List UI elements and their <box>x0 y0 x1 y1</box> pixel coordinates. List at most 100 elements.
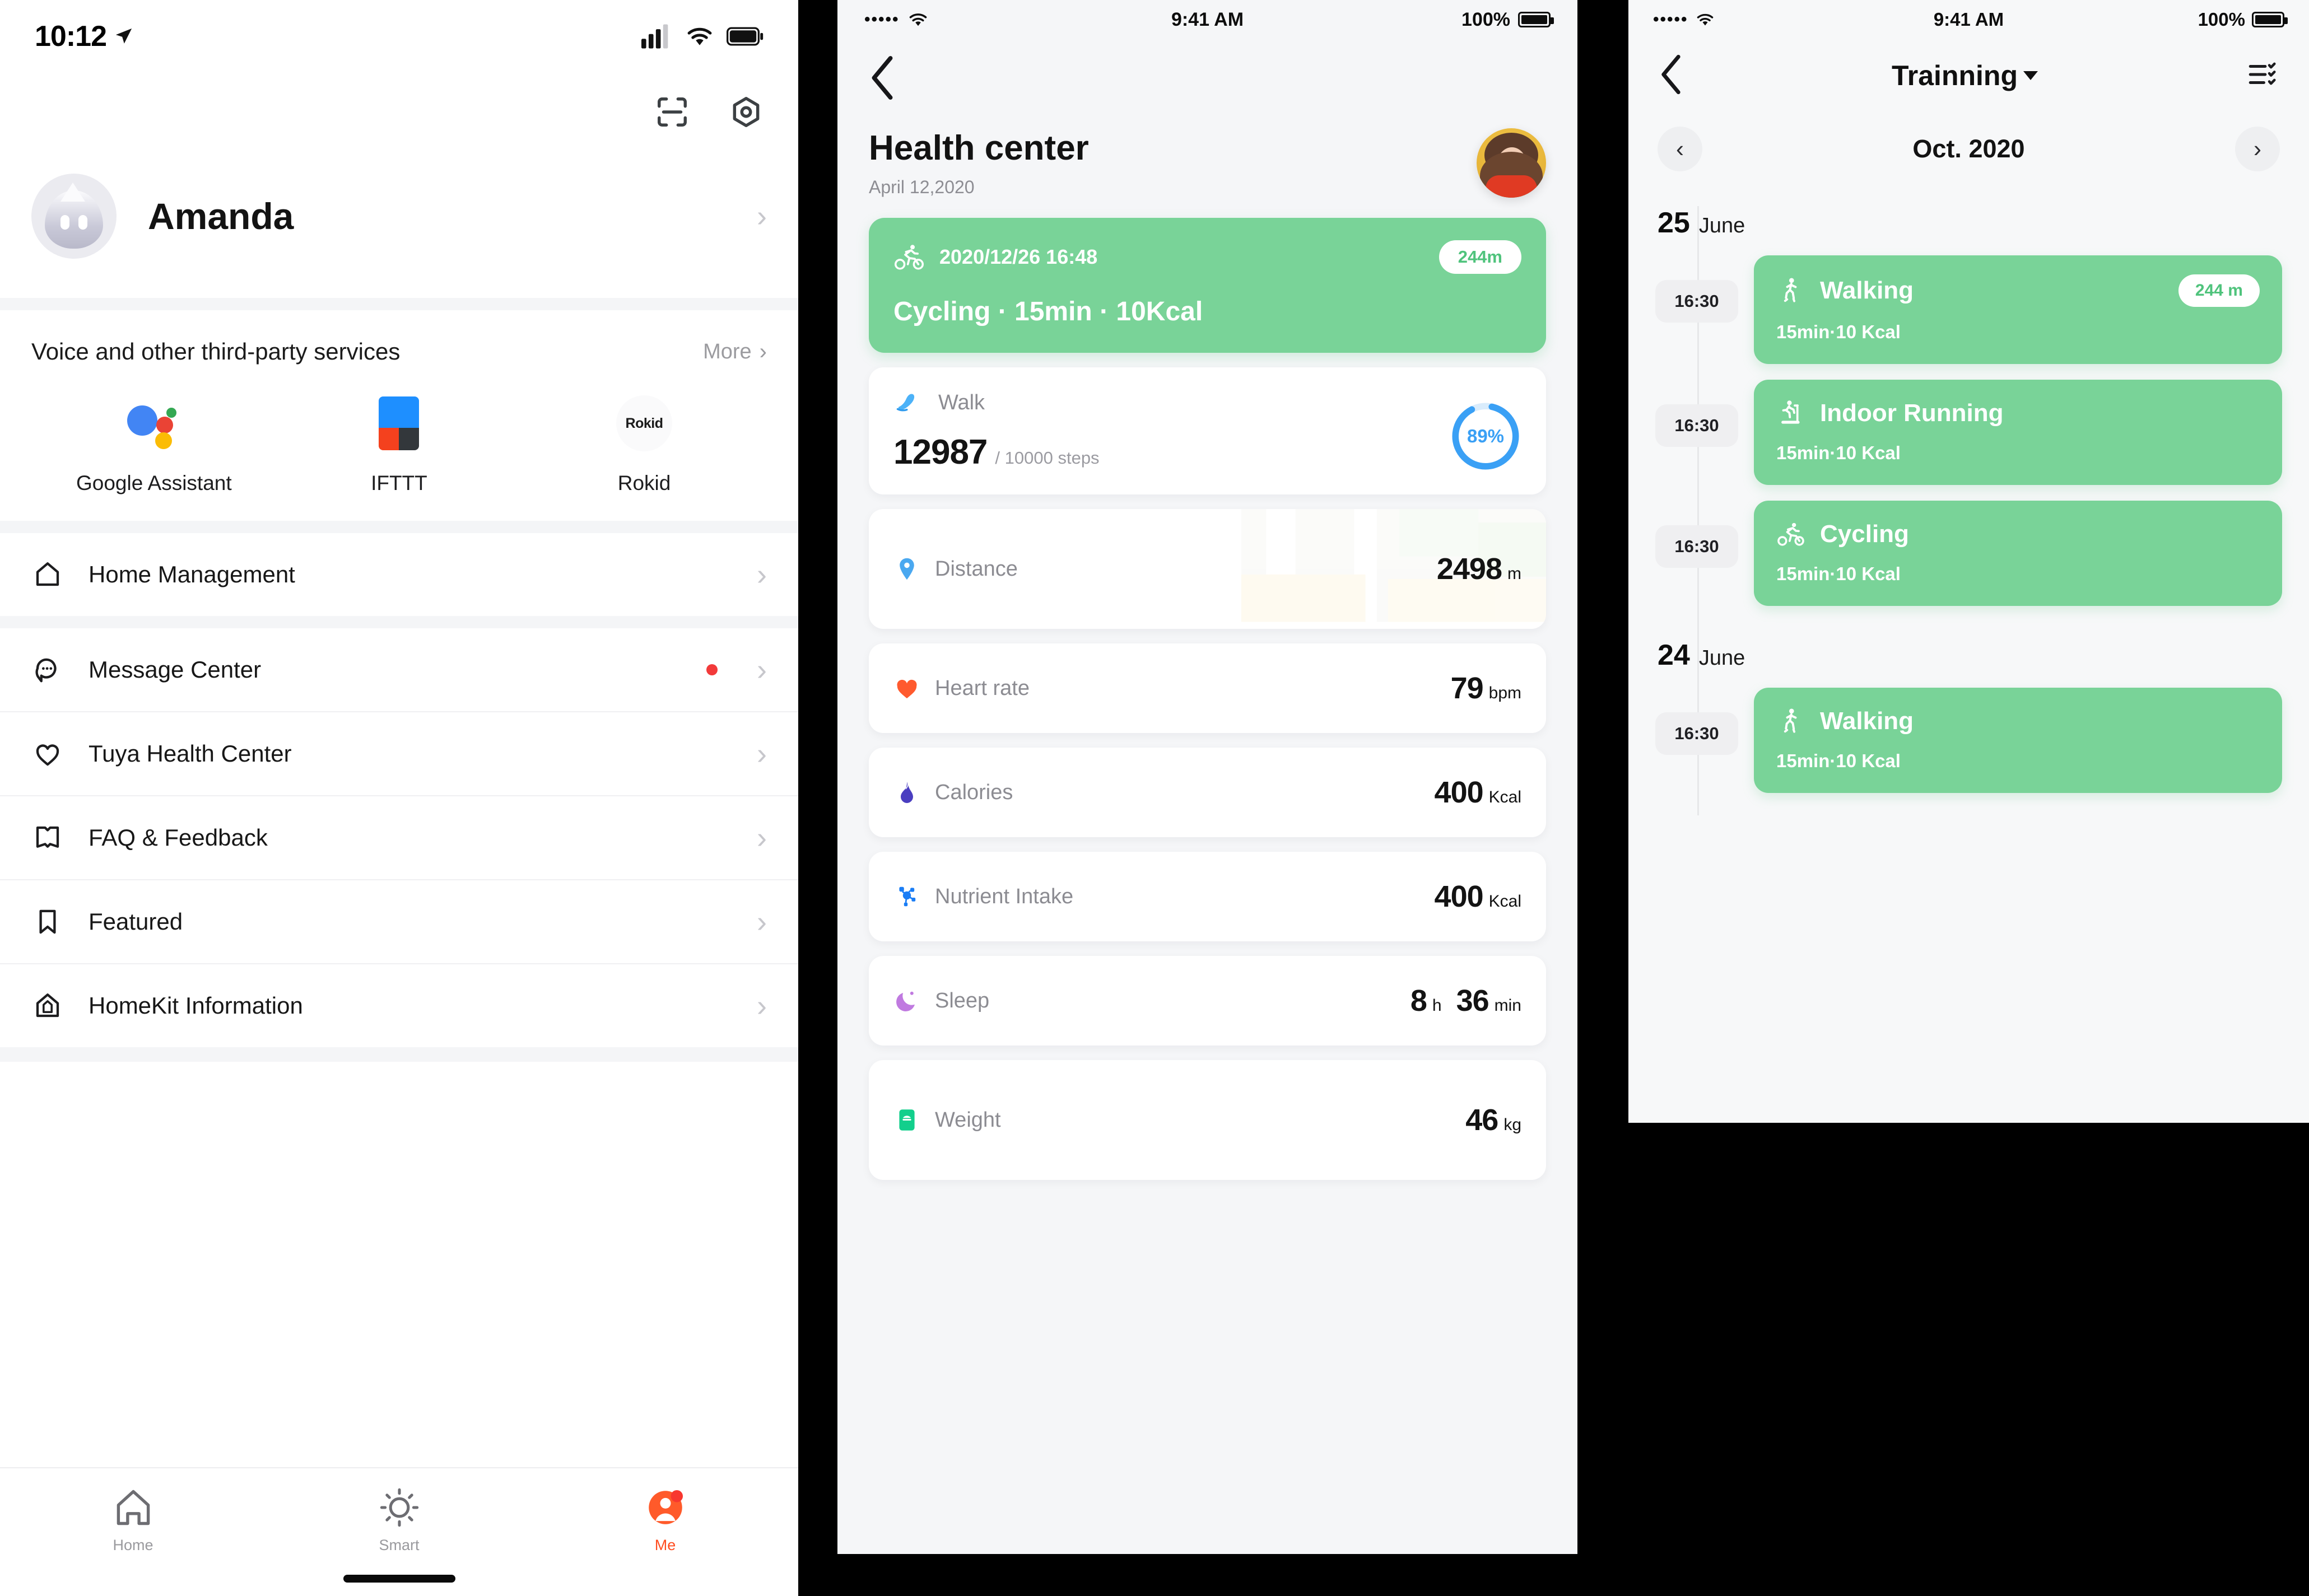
scan-icon[interactable] <box>655 95 690 129</box>
walk-card-title: Walk <box>938 390 985 414</box>
signal-dots: ••••• <box>1653 10 1688 29</box>
metric-value: 8 <box>1410 984 1427 1018</box>
chevron-right-icon: › <box>757 737 767 771</box>
profile-toolbar <box>0 73 798 151</box>
metric-card-distance[interactable]: Distance 2498 m <box>869 509 1546 629</box>
heart-outline-icon <box>31 738 64 770</box>
metric-label: Distance <box>935 557 1018 581</box>
menu-item-home-management[interactable]: Home Management › <box>0 533 798 616</box>
metric-unit: h <box>1432 996 1442 1015</box>
service-item-ifttt[interactable]: IFTTT <box>277 395 522 495</box>
battery-icon <box>1518 12 1554 27</box>
homekit-house-icon <box>31 990 64 1022</box>
next-month-button[interactable]: › <box>2234 127 2280 171</box>
activity-subtitle: 15min·10 Kcal <box>1776 442 1901 463</box>
status-bar: ••••• 9:41 AM 100% <box>1628 0 2309 39</box>
metric-value-secondary: 36 <box>1456 984 1489 1018</box>
menu-item-faq-feedback[interactable]: FAQ & Feedback › <box>0 796 798 879</box>
services-more-button[interactable]: More › <box>703 340 767 364</box>
person-icon <box>648 1490 683 1524</box>
cellular-signal-icon <box>641 24 668 49</box>
profile-row[interactable]: Amanda › <box>0 151 798 298</box>
month-selector: ‹ Oct. 2020 › <box>1628 112 2309 186</box>
section-divider <box>0 616 798 628</box>
tab-label: Me <box>654 1537 676 1553</box>
rokid-wordmark: Rokid <box>616 395 673 451</box>
map-pin-icon <box>900 558 914 580</box>
status-time: 10:12 <box>35 20 107 53</box>
month-label: Oct. 2020 <box>1912 134 2025 163</box>
walk-steps-card[interactable]: Walk 12987 / 10000 steps 89% <box>869 367 1546 494</box>
rokid-icon: Rokid <box>616 395 673 451</box>
timeline-row: 16:30 Walking 15min·10 Kcal <box>1655 688 2282 793</box>
back-button[interactable] <box>1659 54 1683 98</box>
metric-card-heart-rate[interactable]: Heart rate 79 bpm <box>869 643 1546 733</box>
metric-value: 2498 <box>1436 552 1502 586</box>
flame-icon <box>901 782 913 803</box>
service-item-rokid[interactable]: Rokid Rokid <box>522 395 767 495</box>
panel-profile-me: 10:12 Amanda › Voice and other third-par… <box>0 0 798 1596</box>
metric-value: 400 <box>1434 880 1484 913</box>
chevron-right-icon: › <box>757 821 767 855</box>
chevron-left-icon <box>1661 54 1680 94</box>
checklist-icon <box>2249 62 2276 85</box>
prev-month-button[interactable]: ‹ <box>1658 127 1702 171</box>
latest-activity-card[interactable]: 2020/12/26 16:48 244m Cycling · 15min · … <box>869 218 1546 353</box>
activity-card-walking[interactable]: Walking 244 m 15min·10 Kcal <box>1754 255 2282 364</box>
menu-item-featured[interactable]: Featured › <box>0 880 798 963</box>
metric-unit: bpm <box>1488 684 1521 702</box>
tab-label: Smart <box>379 1537 420 1553</box>
activity-distance-pill: 244 m <box>2178 274 2260 307</box>
metric-label: Weight <box>935 1108 1001 1132</box>
timeline-row: 16:30 Cycling 15min·10 Kcal <box>1655 501 2282 606</box>
battery-icon <box>2251 12 2288 27</box>
back-button[interactable] <box>837 39 1577 104</box>
tab-me[interactable]: Me <box>532 1468 798 1596</box>
metric-card-calories[interactable]: Calories 400 Kcal <box>869 748 1546 837</box>
entry-time: 16:30 <box>1655 280 1738 323</box>
menu-item-label: Message Center <box>89 656 262 683</box>
service-item-google-assistant[interactable]: Google Assistant <box>31 395 277 495</box>
section-divider <box>0 298 798 310</box>
metric-unit: Kcal <box>1488 892 1521 911</box>
metric-label: Nutrient Intake <box>935 884 1074 908</box>
metric-card-weight[interactable]: Weight 46 kg <box>869 1060 1546 1180</box>
walking-person-icon <box>1784 278 1797 302</box>
heart-filled-icon <box>897 679 917 698</box>
wifi-icon <box>909 13 927 26</box>
walk-steps-value: 12987 <box>893 433 988 472</box>
settings-hexagon-icon[interactable] <box>729 95 764 129</box>
menu-item-message-center[interactable]: Message Center › <box>0 628 798 711</box>
metric-unit: Kcal <box>1488 788 1521 806</box>
activity-card-cycling[interactable]: Cycling 15min·10 Kcal <box>1754 501 2282 606</box>
activity-name: Walking <box>1820 277 1914 304</box>
page-title: Health center <box>869 129 1089 167</box>
status-bar: 10:12 <box>0 0 798 73</box>
training-timeline: 25 June 16:30 Walking 244 m 15min·10 Kca… <box>1628 206 2309 815</box>
chevron-right-icon: › <box>757 653 767 687</box>
activity-name: Walking <box>1820 707 1914 735</box>
activity-subtitle: 15min·10 Kcal <box>1776 750 1901 771</box>
panel-health-center: ••••• 9:41 AM 100% Health center April 1… <box>837 0 1577 1554</box>
metric-card-sleep[interactable]: Sleep 8 h 36 min <box>869 956 1546 1046</box>
metric-value: 79 <box>1450 671 1484 705</box>
menu-item-tuya-health-center[interactable]: Tuya Health Center › <box>0 712 798 795</box>
activity-card-indoor-running[interactable]: Indoor Running 15min·10 Kcal <box>1754 380 2282 485</box>
avatar[interactable] <box>1477 128 1546 198</box>
wifi-icon <box>687 27 712 45</box>
cycling-icon <box>894 245 924 270</box>
chevron-right-icon: › <box>759 339 767 364</box>
tab-home[interactable]: Home <box>0 1468 266 1596</box>
menu-item-label: Tuya Health Center <box>89 740 292 767</box>
chevron-right-icon: › <box>757 989 767 1023</box>
menu-item-homekit-information[interactable]: HomeKit Information › <box>0 964 798 1047</box>
activity-summary: Cycling · 15min · 10Kcal <box>893 297 1203 326</box>
title-dropdown[interactable]: Trainning <box>1892 59 2038 92</box>
checklist-menu-button[interactable] <box>2246 58 2279 94</box>
timeline-row: 16:30 Indoor Running 15min·10 Kcal <box>1655 380 2282 485</box>
moon-icon <box>896 991 915 1011</box>
metric-card-nutrient-intake[interactable]: Nutrient Intake 400 Kcal <box>869 852 1546 941</box>
activity-card-walking[interactable]: Walking 15min·10 Kcal <box>1754 688 2282 793</box>
tab-label: Home <box>113 1537 153 1553</box>
service-label: Rokid <box>617 472 671 494</box>
